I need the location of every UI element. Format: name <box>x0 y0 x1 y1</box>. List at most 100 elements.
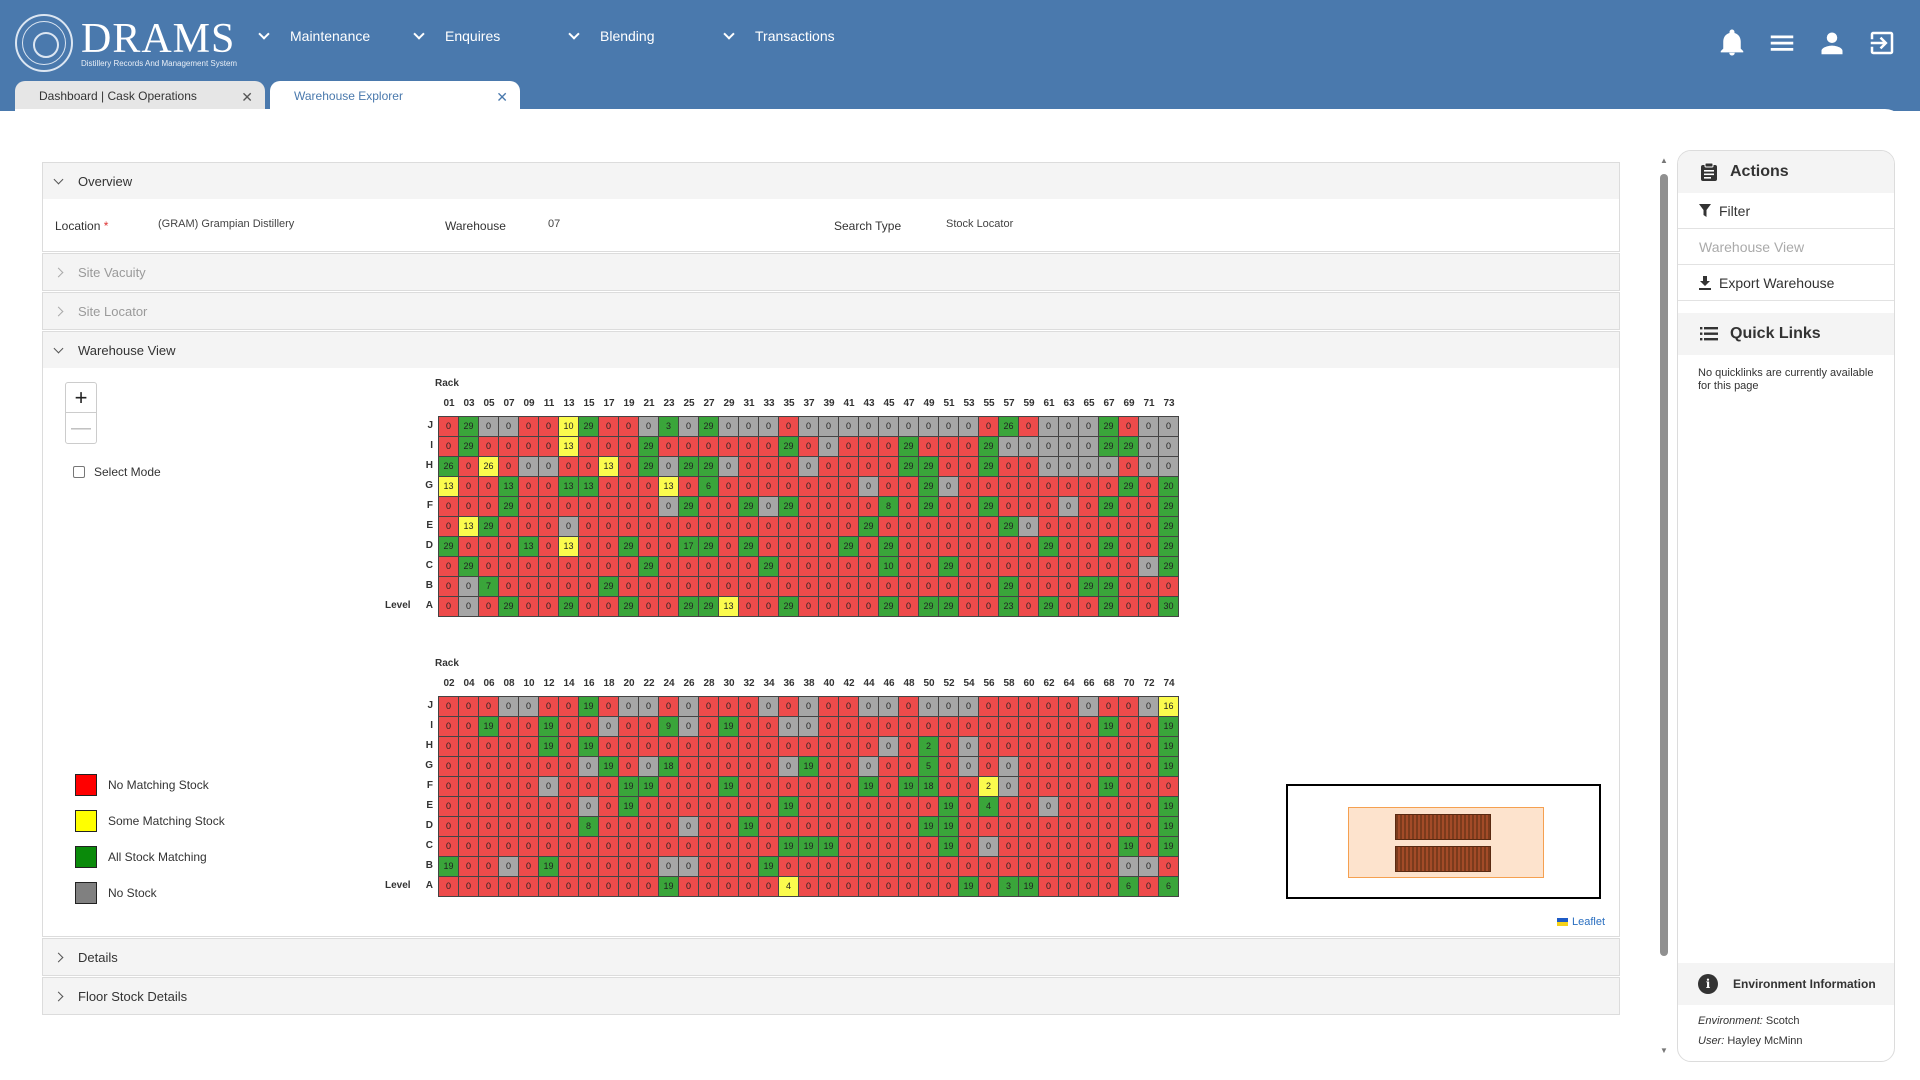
rack-cell[interactable]: 10 <box>879 557 899 577</box>
rack-cell[interactable]: 0 <box>759 837 779 857</box>
rack-cell[interactable]: 0 <box>879 697 899 717</box>
rack-cell[interactable]: 0 <box>619 697 639 717</box>
rack-cell[interactable]: 0 <box>1039 697 1059 717</box>
rack-cell[interactable]: 0 <box>859 697 879 717</box>
rack-cell[interactable]: 0 <box>999 437 1019 457</box>
rack-cell[interactable]: 0 <box>899 837 919 857</box>
rack-cell[interactable]: 0 <box>1059 877 1079 897</box>
rack-cell[interactable]: 0 <box>959 577 979 597</box>
rack-cell[interactable]: 29 <box>1159 517 1179 537</box>
rack-cell[interactable]: 0 <box>699 777 719 797</box>
rack-cell[interactable]: 0 <box>739 797 759 817</box>
rack-cell[interactable]: 0 <box>459 877 479 897</box>
rack-cell[interactable]: 0 <box>879 777 899 797</box>
rack-cell[interactable]: 0 <box>739 697 759 717</box>
rack-cell[interactable]: 0 <box>459 477 479 497</box>
rack-cell[interactable]: 0 <box>899 597 919 617</box>
rack-cell[interactable]: 0 <box>1039 837 1059 857</box>
rack-cell[interactable]: 0 <box>439 837 459 857</box>
rack-cell[interactable]: 0 <box>1159 457 1179 477</box>
rack-cell[interactable]: 0 <box>979 597 999 617</box>
rack-cell[interactable]: 29 <box>919 477 939 497</box>
rack-cell[interactable]: 0 <box>979 537 999 557</box>
rack-cell[interactable]: 0 <box>979 577 999 597</box>
rack-cell[interactable]: 0 <box>799 717 819 737</box>
rack-cell[interactable]: 0 <box>999 837 1019 857</box>
scroll-down-icon[interactable]: ▼ <box>1659 1046 1669 1056</box>
rack-cell[interactable]: 0 <box>599 737 619 757</box>
rack-cell[interactable]: 0 <box>699 817 719 837</box>
rack-cell[interactable]: 0 <box>619 877 639 897</box>
overview-header[interactable]: Overview <box>43 163 1619 199</box>
menu-icon[interactable] <box>1767 28 1797 58</box>
rack-cell[interactable]: 19 <box>779 837 799 857</box>
rack-cell[interactable]: 0 <box>499 717 519 737</box>
rack-cell[interactable]: 0 <box>719 497 739 517</box>
rack-cell[interactable]: 0 <box>839 517 859 537</box>
rack-cell[interactable]: 0 <box>1139 497 1159 517</box>
rack-cell[interactable]: 0 <box>679 697 699 717</box>
rack-cell[interactable]: 0 <box>1039 437 1059 457</box>
rack-cell[interactable]: 29 <box>619 597 639 617</box>
rack-cell[interactable]: 0 <box>1079 477 1099 497</box>
rack-cell[interactable]: 0 <box>459 837 479 857</box>
rack-cell[interactable]: 0 <box>1019 417 1039 437</box>
rack-cell[interactable]: 0 <box>519 497 539 517</box>
rack-cell[interactable]: 30 <box>1159 597 1179 617</box>
rack-cell[interactable]: 0 <box>479 757 499 777</box>
rack-cell[interactable]: 0 <box>679 857 699 877</box>
rack-cell[interactable]: 0 <box>799 737 819 757</box>
rack-cell[interactable]: 0 <box>839 597 859 617</box>
rack-cell[interactable]: 0 <box>1119 557 1139 577</box>
rack-cell[interactable]: 13 <box>559 477 579 497</box>
rack-cell[interactable]: 0 <box>579 777 599 797</box>
rack-cell[interactable]: 0 <box>519 757 539 777</box>
rack-cell[interactable]: 0 <box>939 877 959 897</box>
rack-cell[interactable]: 0 <box>499 417 519 437</box>
rack-cell[interactable]: 0 <box>899 697 919 717</box>
nav-transactions[interactable]: Transactions <box>723 27 835 44</box>
rack-cell[interactable]: 0 <box>439 777 459 797</box>
rack-cell[interactable]: 0 <box>619 817 639 837</box>
rack-cell[interactable]: 0 <box>859 737 879 757</box>
rack-cell[interactable]: 29 <box>459 417 479 437</box>
rack-cell[interactable]: 29 <box>499 597 519 617</box>
rack-cell[interactable]: 0 <box>699 757 719 777</box>
minimap[interactable] <box>1286 784 1601 899</box>
rack-cell[interactable]: 0 <box>499 737 519 757</box>
rack-cell[interactable]: 0 <box>819 437 839 457</box>
rack-cell[interactable]: 0 <box>459 697 479 717</box>
rack-cell[interactable]: 29 <box>739 497 759 517</box>
rack-cell[interactable]: 0 <box>1119 857 1139 877</box>
rack-cell[interactable]: 0 <box>1119 757 1139 777</box>
rack-cell[interactable]: 0 <box>1099 817 1119 837</box>
rack-cell[interactable]: 0 <box>939 477 959 497</box>
rack-cell[interactable]: 0 <box>599 697 619 717</box>
rack-cell[interactable]: 0 <box>479 737 499 757</box>
rack-cell[interactable]: 0 <box>739 557 759 577</box>
rack-cell[interactable]: 0 <box>1059 757 1079 777</box>
rack-cell[interactable]: 29 <box>839 537 859 557</box>
rack-cell[interactable]: 6 <box>1159 877 1179 897</box>
rack-cell[interactable]: 29 <box>1099 497 1119 517</box>
rack-cell[interactable]: 0 <box>959 537 979 557</box>
rack-cell[interactable]: 29 <box>859 517 879 537</box>
rack-cell[interactable]: 26 <box>999 417 1019 437</box>
rack-cell[interactable]: 0 <box>1139 737 1159 757</box>
rack-cell[interactable]: 0 <box>1079 797 1099 817</box>
rack-cell[interactable]: 0 <box>679 477 699 497</box>
rack-cell[interactable]: 0 <box>719 757 739 777</box>
rack-cell[interactable]: 0 <box>639 757 659 777</box>
rack-cell[interactable]: 0 <box>1139 457 1159 477</box>
rack-cell[interactable]: 26 <box>439 457 459 477</box>
rack-cell[interactable]: 0 <box>839 437 859 457</box>
rack-cell[interactable]: 0 <box>1059 717 1079 737</box>
rack-cell[interactable]: 0 <box>679 797 699 817</box>
rack-cell[interactable]: 19 <box>899 777 919 797</box>
export-warehouse-button[interactable]: Export Warehouse <box>1678 265 1894 301</box>
rack-cell[interactable]: 0 <box>519 717 539 737</box>
rack-cell[interactable]: 0 <box>559 497 579 517</box>
rack-cell[interactable]: 0 <box>919 797 939 817</box>
rack-cell[interactable]: 0 <box>859 877 879 897</box>
rack-cell[interactable]: 0 <box>839 417 859 437</box>
